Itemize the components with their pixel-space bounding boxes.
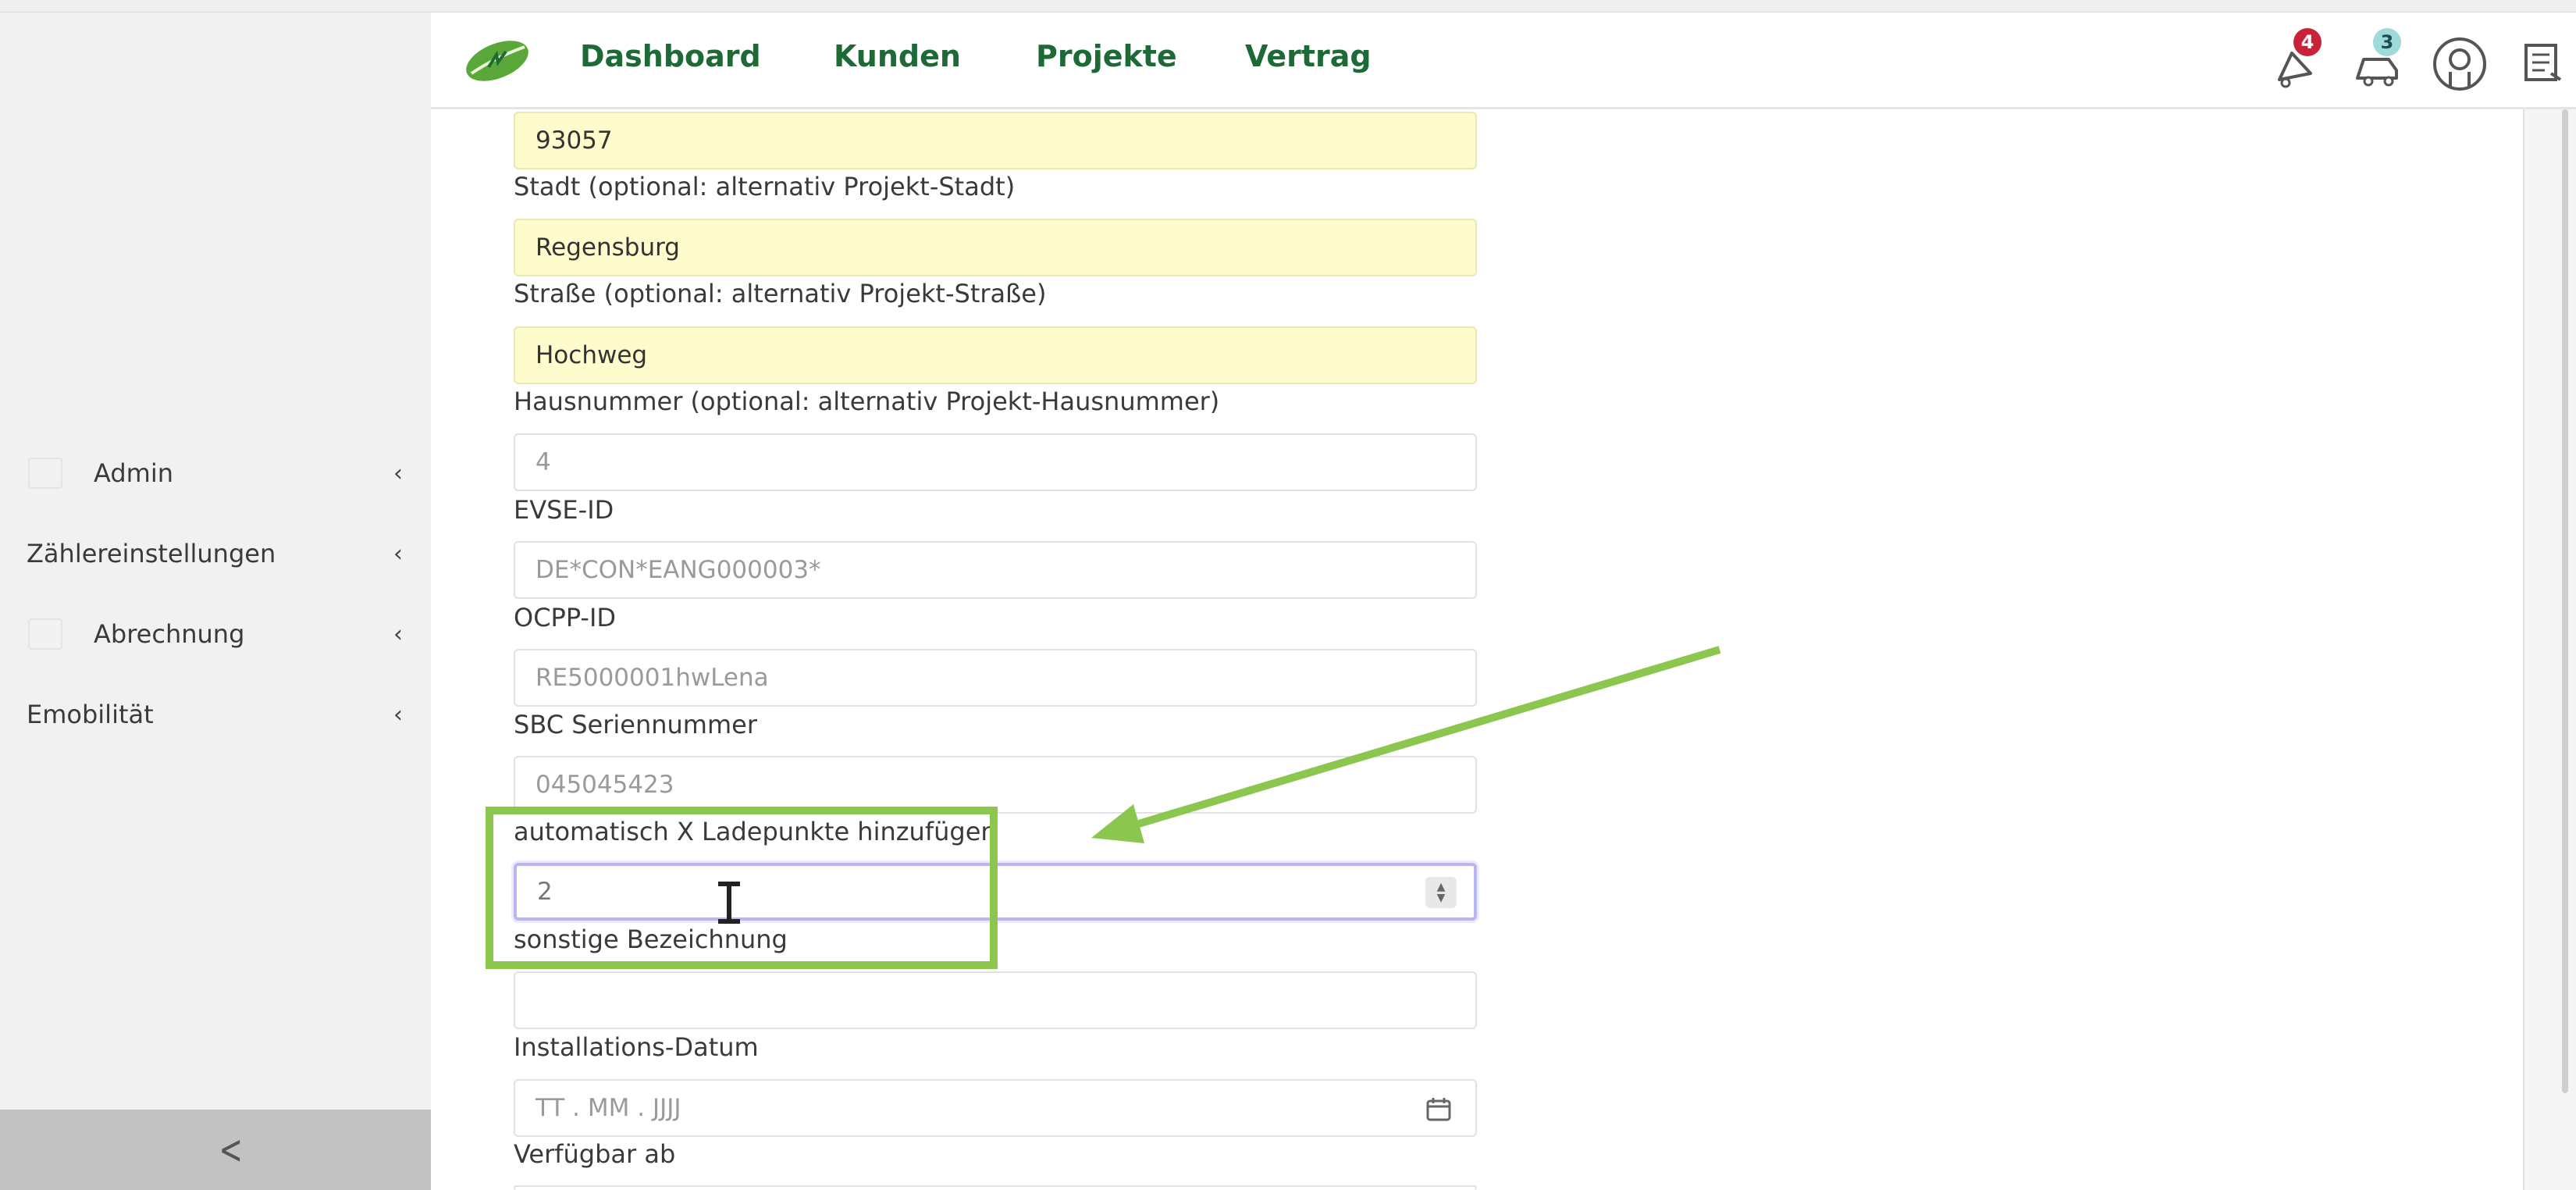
other-designation-field[interactable]: [514, 971, 1477, 1029]
city-label: Stadt (optional: alternativ Projekt-Stad…: [514, 172, 1016, 201]
installation-date-label: Installations-Datum: [514, 1032, 759, 1062]
brand-logo[interactable]: [462, 37, 532, 87]
house-number-label: Hausnummer (optional: alternativ Projekt…: [514, 387, 1220, 416]
notifications-button[interactable]: 4: [2270, 28, 2328, 92]
sidebar-collapse-button[interactable]: <: [0, 1110, 431, 1190]
nav-projekte[interactable]: Projekte: [1036, 39, 1177, 73]
ocpp-id-label: OCPP-ID: [514, 603, 617, 632]
available-from-label: Verfügbar ab: [514, 1139, 676, 1169]
user-profile-button[interactable]: [2431, 34, 2489, 92]
sidebar-item-label: Emobilität: [27, 700, 154, 729]
street-label: Straße (optional: alternativ Projekt-Str…: [514, 279, 1047, 308]
annotation-arrow-icon: [1091, 646, 1721, 843]
installation-date-placeholder: TT . MM . JJJJ: [535, 1094, 681, 1122]
stepper-up-icon[interactable]: ▲: [1437, 882, 1446, 892]
chevron-left-icon: ‹: [393, 459, 403, 487]
calendar-icon[interactable]: [1425, 1096, 1452, 1123]
sidebar-item-label: Zählereinstellungen: [27, 539, 276, 568]
leaf-logo-icon: [466, 41, 528, 81]
sidebar-item-emobilitaet[interactable]: Emobilität ‹: [0, 683, 431, 746]
number-stepper[interactable]: ▲ ▼: [1425, 877, 1457, 908]
text-cursor-icon: [718, 882, 740, 924]
chevron-left-icon: ‹: [393, 700, 403, 729]
admin-icon: [28, 458, 62, 489]
top-navbar: Dashboard Kunden Projekte Vertrag 4 3: [431, 12, 2576, 109]
house-number-field[interactable]: 4: [514, 433, 1477, 491]
user-icon: [2433, 37, 2486, 91]
street-field[interactable]: Hochweg: [514, 326, 1477, 384]
document-icon: [2524, 44, 2562, 81]
app-window: Admin ‹ Zählereinstellungen ‹ Abrechnung…: [0, 0, 2576, 1190]
sidebar-item-label: Admin: [94, 458, 173, 488]
stepper-down-icon[interactable]: ▼: [1437, 892, 1446, 903]
sidebar-item-label: Abrechnung: [94, 619, 245, 649]
nav-dashboard[interactable]: Dashboard: [580, 39, 761, 73]
available-from-field[interactable]: [514, 1185, 1477, 1190]
nav-vertrag[interactable]: Vertrag: [1245, 39, 1372, 73]
installation-date-field[interactable]: TT . MM . JJJJ: [514, 1079, 1477, 1137]
messages-badge: 3: [2373, 28, 2401, 56]
billing-icon: [28, 618, 62, 650]
messages-button[interactable]: 3: [2350, 28, 2407, 92]
chevron-left-icon: ‹: [393, 620, 403, 648]
chevron-left-icon: <: [219, 1126, 244, 1174]
postal-code-field[interactable]: 93057: [514, 112, 1477, 169]
documents-button[interactable]: [2515, 34, 2573, 92]
chevron-left-icon: ‹: [393, 540, 403, 568]
city-field[interactable]: Regensburg: [514, 219, 1477, 276]
sbc-serial-label: SBC Seriennummer: [514, 710, 757, 739]
notifications-badge: 4: [2293, 28, 2322, 56]
sidebar: Admin ‹ Zählereinstellungen ‹ Abrechnung…: [0, 12, 431, 1190]
browser-tab-strip: [0, 0, 2576, 12]
nav-kunden[interactable]: Kunden: [834, 39, 961, 73]
sidebar-item-abrechnung[interactable]: Abrechnung ‹: [0, 603, 431, 665]
sidebar-item-admin[interactable]: Admin ‹: [0, 442, 431, 504]
evse-id-label: EVSE-ID: [514, 495, 614, 525]
sidebar-item-zaehlereinstellungen[interactable]: Zählereinstellungen ‹: [0, 522, 431, 585]
page-scrollbar[interactable]: [2562, 109, 2568, 1093]
evse-id-field[interactable]: DE*CON*EANG000003*: [514, 541, 1477, 599]
